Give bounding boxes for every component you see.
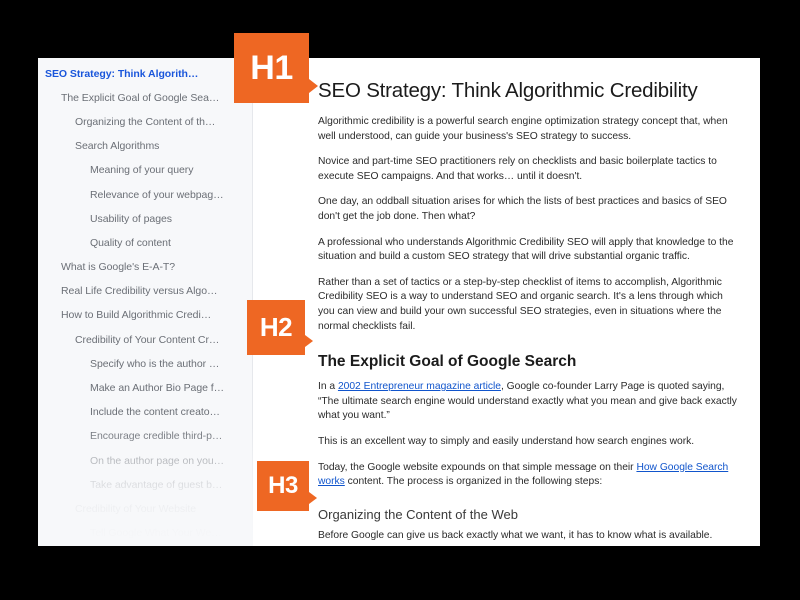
sidebar-item-2[interactable]: Organizing the Content of th… bbox=[38, 110, 252, 134]
sidebar-item-4[interactable]: Meaning of your query bbox=[38, 159, 252, 183]
sidebar-item-16[interactable]: On the author page on you… bbox=[38, 449, 252, 473]
sidebar-item-3[interactable]: Search Algorithms bbox=[38, 135, 252, 159]
badge-pointer-icon bbox=[309, 492, 317, 504]
section-heading-h2: The Explicit Goal of Google Search bbox=[318, 353, 577, 371]
paragraph-9: Before Google can give us back exactly w… bbox=[318, 529, 713, 541]
sidebar-item-1[interactable]: The Explicit Goal of Google Sea… bbox=[38, 86, 252, 110]
sidebar-item-13[interactable]: Make an Author Bio Page f… bbox=[38, 376, 252, 400]
heading-badge-h1-label: H1 bbox=[250, 48, 293, 87]
sidebar-item-15[interactable]: Encourage credible third-p… bbox=[38, 425, 252, 449]
paragraph-7: This is an excellent way to simply and e… bbox=[318, 435, 695, 447]
heading-badge-h3-label: H3 bbox=[268, 472, 298, 499]
outline-list: SEO Strategy: Think Algorith… The Explic… bbox=[38, 58, 252, 546]
badge-pointer-icon bbox=[309, 79, 318, 93]
section-heading-h3: Organizing the Content of the Web bbox=[318, 506, 518, 522]
sidebar-item-19[interactable]: Tell Google What Your We… bbox=[38, 522, 252, 546]
sidebar-item-17[interactable]: Take advantage of guest b… bbox=[38, 473, 252, 497]
outline-sidebar[interactable]: SEO Strategy: Think Algorith… The Explic… bbox=[38, 58, 253, 546]
sidebar-item-5[interactable]: Relevance of your webpag… bbox=[38, 183, 252, 207]
paragraph-2: Novice and part-time SEO practitioners r… bbox=[318, 156, 717, 182]
sidebar-item-8[interactable]: What is Google's E-A-T? bbox=[38, 256, 252, 280]
paragraph-5: Rather than a set of tactics or a step-b… bbox=[318, 276, 723, 332]
page-title: SEO Strategy: Think Algorithmic Credibil… bbox=[318, 79, 698, 102]
entrepreneur-article-link[interactable]: 2002 Entrepreneur magazine article bbox=[338, 381, 501, 392]
sidebar-item-10[interactable]: How to Build Algorithmic Credi… bbox=[38, 304, 252, 328]
sidebar-item-7[interactable]: Quality of content bbox=[38, 231, 252, 255]
paragraph-8: Today, the Google website expounds on th… bbox=[318, 461, 738, 490]
paragraph-8-post: content. The process is organized in the… bbox=[344, 476, 603, 488]
screenshot-stage: SEO Strategy: Think Algorith… The Explic… bbox=[0, 0, 800, 600]
heading-badge-h1: H1 bbox=[234, 33, 318, 103]
document-body: SEO Strategy: Think Algorithmic Credibil… bbox=[254, 58, 760, 546]
paragraph-6: In a 2002 Entrepreneur magazine article,… bbox=[318, 380, 738, 424]
sidebar-item-14[interactable]: Include the content creato… bbox=[38, 401, 252, 425]
paragraph-6-pre: In a bbox=[318, 381, 338, 393]
badge-pointer-icon bbox=[305, 335, 313, 347]
heading-badge-h2: H2 bbox=[247, 300, 313, 355]
sidebar-item-18[interactable]: Credibility of Your Website bbox=[38, 497, 252, 521]
sidebar-item-6[interactable]: Usability of pages bbox=[38, 207, 252, 231]
heading-badge-h2-label: H2 bbox=[259, 312, 293, 342]
paragraph-3: One day, an oddball situation arises for… bbox=[318, 196, 727, 222]
document-card: SEO Strategy: Think Algorith… The Explic… bbox=[38, 58, 760, 546]
paragraph-8-pre: Today, the Google website expounds on th… bbox=[318, 461, 637, 473]
sidebar-item-9[interactable]: Real Life Credibility versus Algo… bbox=[38, 280, 252, 304]
heading-badge-h3: H3 bbox=[257, 461, 317, 511]
paragraph-4: A professional who understands Algorithm… bbox=[318, 236, 734, 263]
sidebar-item-12[interactable]: Specify who is the author … bbox=[38, 352, 252, 376]
sidebar-item-11[interactable]: Credibility of Your Content Cr… bbox=[38, 328, 252, 352]
sidebar-item-0[interactable]: SEO Strategy: Think Algorith… bbox=[38, 62, 252, 86]
paragraph-1: Algorithmic credibility is a powerful se… bbox=[318, 116, 728, 142]
